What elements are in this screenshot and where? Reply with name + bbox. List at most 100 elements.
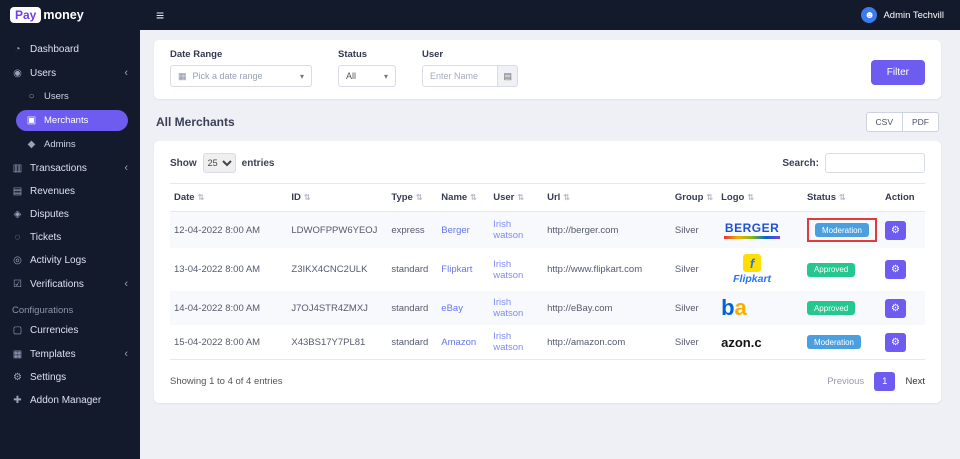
cell-group: Silver [674, 302, 699, 314]
col-status[interactable]: Status ⇅ [802, 183, 881, 212]
sidebar-item-disputes[interactable]: ◈ Disputes [0, 203, 140, 226]
merchants-table: Date ⇅ ID ⇅ Type ⇅ Name ⇅ User ⇅ Url ⇅ Group ⇅ … [170, 183, 925, 360]
merchant-name-link[interactable]: Berger [441, 225, 470, 236]
merchant-name-link[interactable]: Amazon [441, 337, 476, 348]
user-filter-label: User [422, 49, 444, 60]
sidebar-subitem-merchants[interactable]: ▣ Merchants [16, 110, 128, 131]
sidebar-item-label: Transactions [30, 162, 87, 174]
date-range-input[interactable]: ▦ Pick a date range ▾ [170, 65, 312, 87]
sidebar-item-addon-manager[interactable]: ✚ Addon Manager [0, 389, 140, 412]
table-header-row: Date ⇅ ID ⇅ Type ⇅ Name ⇅ User ⇅ Url ⇅ Group ⇅ … [170, 183, 925, 212]
col-url[interactable]: Url ⇅ [543, 183, 671, 212]
sidebar-subitem-users[interactable]: ○ Users [0, 85, 140, 108]
col-id[interactable]: ID ⇅ [287, 183, 388, 212]
topbar-user-menu[interactable]: ☻ Admin Techvill [861, 7, 960, 23]
sidebar-item-dashboard[interactable]: ◔ Dashboard [0, 38, 140, 61]
merchant-user-link[interactable]: Irish watson [493, 259, 523, 281]
sidebar-item-transactions[interactable]: ▥ Transactions ‹ [0, 156, 140, 180]
gear-icon: ⚙ [13, 372, 22, 383]
search-group: Search: [782, 153, 925, 173]
cell-id: LDWOFPPW6YEOJ [291, 224, 378, 236]
calendar-icon: ▦ [178, 70, 187, 81]
gear-icon: ⚙ [891, 336, 900, 348]
table-row: 12-04-2022 8:00 AM LDWOFPPW6YEOJ express… [170, 211, 925, 248]
cell-group: Silver [670, 325, 718, 360]
merchant-user-link[interactable]: Irish watson [493, 297, 523, 319]
col-action: Action [881, 183, 925, 212]
table-row: 13-04-2022 8:00 AM Z3IKX4CNC2ULK standar… [170, 248, 925, 291]
sidebar-item-settings[interactable]: ⚙ Settings [0, 366, 140, 389]
sidebar-item-label: Merchants [44, 115, 89, 126]
col-logo[interactable]: Logo ⇅ [717, 183, 803, 212]
gear-icon: ⚙ [891, 302, 900, 314]
page-size-select[interactable]: 25 [202, 153, 236, 173]
sidebar-item-label: Disputes [30, 209, 69, 220]
store-icon: ▣ [26, 115, 37, 126]
sidebar-item-label: Dashboard [30, 44, 79, 55]
col-type[interactable]: Type ⇅ [387, 183, 438, 212]
row-action-button[interactable]: ⚙ [885, 220, 906, 240]
caret-down-icon: ▾ [299, 71, 304, 81]
sidebar-item-label: Templates [30, 348, 76, 360]
sidebar-item-label: Settings [30, 372, 67, 383]
sidebar-item-activity-logs[interactable]: ◎ Activity Logs [0, 249, 140, 272]
cell-type: standard [391, 302, 429, 314]
date-range-group: Date Range ▦ Pick a date range ▾ [170, 49, 312, 87]
brand-logo[interactable]: Pay money [0, 7, 140, 23]
sidebar-item-label: Revenues [30, 186, 76, 197]
sort-icon: ⇅ [706, 193, 714, 202]
merchant-user-link[interactable]: Irish watson [493, 331, 523, 353]
status-selected-value: All [346, 71, 357, 81]
sidebar-item-users[interactable]: ◉ Users ‹ [0, 61, 140, 85]
merchant-user-link[interactable]: Irish watson [493, 219, 523, 241]
logo-pay-badge: Pay [10, 7, 42, 23]
row-action-button[interactable]: ⚙ [885, 260, 906, 279]
sidebar-item-verifications[interactable]: ☑ Verifications ‹ [0, 272, 140, 296]
transactions-icon: ▥ [12, 162, 23, 174]
pagination-previous[interactable]: Previous [827, 376, 864, 387]
pagination-page-1[interactable]: 1 [874, 372, 896, 391]
merchant-name-link[interactable]: eBay [441, 303, 463, 314]
dashboard-icon: ◔ [14, 44, 21, 55]
user-avatar-icon: ☻ [861, 7, 878, 23]
berger-logo: BERGER [721, 221, 783, 239]
sidebar-item-currencies[interactable]: ▢ Currencies [0, 319, 140, 342]
col-group[interactable]: Group ⇅ [670, 183, 718, 212]
status-badge: Approved [806, 301, 856, 315]
sort-icon: ⇅ [517, 193, 525, 202]
merchant-name-link[interactable]: Flipkart [441, 264, 472, 275]
col-name[interactable]: Name ⇅ [437, 183, 490, 212]
table-footer: Showing 1 to 4 of 4 entries Previous 1 N… [170, 372, 925, 391]
export-csv-button[interactable]: CSV [865, 112, 903, 132]
row-action-button[interactable]: ⚙ [885, 298, 906, 318]
cell-group: Silver [674, 224, 699, 236]
cell-url: http://eBay.com [547, 302, 613, 314]
cell-url: http://www.flipkart.com [547, 264, 643, 275]
sidebar-item-templates[interactable]: ▦ Templates ‹ [0, 342, 140, 366]
menu-toggle-icon[interactable]: ≡ [156, 7, 164, 23]
page-title: All Merchants [156, 115, 235, 129]
status-label: Status [338, 49, 368, 60]
cell-type: express [391, 224, 425, 236]
row-action-button[interactable]: ⚙ [885, 332, 906, 352]
filter-button[interactable]: Filter [870, 59, 925, 85]
col-date[interactable]: Date ⇅ [170, 183, 288, 212]
sidebar-section-configurations: Configurations [12, 305, 74, 316]
user-icon: ○ [28, 91, 35, 102]
status-select[interactable]: All ▾ [338, 65, 396, 87]
sidebar-subitem-admins[interactable]: ◆ Admins [0, 133, 140, 156]
sidebar-item-revenues[interactable]: ▤ Revenues [0, 180, 140, 203]
sidebar-item-label: Admins [44, 139, 76, 150]
contact-book-icon[interactable]: ▤ [497, 66, 517, 86]
search-input[interactable] [825, 153, 925, 173]
filter-panel: Date Range ▦ Pick a date range ▾ Status … [154, 40, 941, 99]
pagination-next[interactable]: Next [905, 376, 925, 387]
sidebar-item-tickets[interactable]: ◌ Tickets [0, 226, 140, 249]
export-pdf-button[interactable]: PDF [903, 112, 939, 132]
sort-icon: ⇅ [563, 193, 570, 202]
sidebar-item-label: Activity Logs [30, 255, 87, 266]
col-user[interactable]: User ⇅ [489, 183, 544, 212]
user-name-input[interactable] [423, 71, 489, 81]
page-heading-row: All Merchants CSV PDF [156, 112, 939, 132]
cell-date: 13-04-2022 8:00 AM [174, 264, 261, 275]
